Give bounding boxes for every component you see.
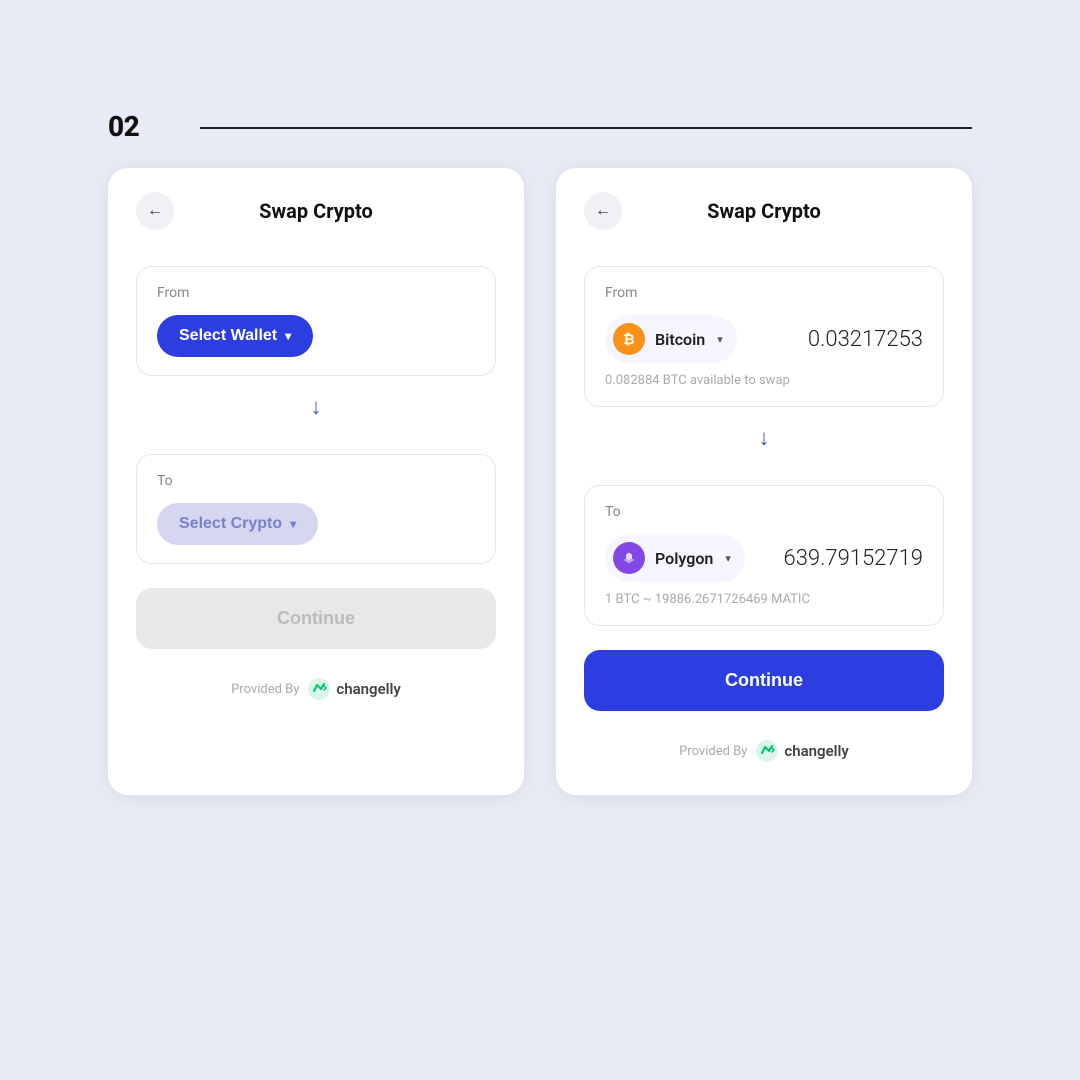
polygon-caret-icon: ▾ — [725, 552, 731, 565]
card-left-body: From Select Wallet ▾ ↓ To Select Crypto … — [108, 266, 524, 701]
select-wallet-button[interactable]: Select Wallet ▾ — [157, 315, 313, 357]
swap-arrow-left: ↓ — [136, 376, 496, 438]
to-section-left: To Select Crypto ▾ — [136, 454, 496, 564]
swap-arrow-right: ↓ — [584, 407, 944, 469]
card-right-body: From ₿ Bitcoin ▾ 0.03217253 0.082884 BTC… — [556, 266, 972, 763]
continue-button-right[interactable]: Continue — [584, 650, 944, 711]
card-left-title: Swap Crypto — [259, 199, 373, 223]
continue-button-left[interactable]: Continue — [136, 588, 496, 649]
page-number: 02 — [108, 110, 139, 143]
back-button-right[interactable]: ← — [584, 192, 622, 230]
changelly-text-left: changelly — [336, 680, 400, 698]
card-right-header: ← Swap Crypto — [556, 168, 972, 250]
from-label-left: From — [157, 285, 475, 301]
bitcoin-name: Bitcoin — [655, 330, 705, 349]
back-arrow-icon-right: ← — [595, 202, 611, 220]
changelly-text-right: changelly — [784, 742, 848, 760]
bitcoin-caret-icon: ▾ — [717, 333, 723, 346]
provided-by-label-right: Provided By — [679, 744, 747, 759]
to-label-right: To — [605, 504, 923, 520]
card-right: ← Swap Crypto From ₿ Bitcoin ▾ 0.0321725… — [556, 168, 972, 795]
down-arrow-icon-left: ↓ — [311, 394, 322, 420]
provided-by-label-left: Provided By — [231, 682, 299, 697]
available-text: 0.082884 BTC available to swap — [605, 373, 923, 388]
from-section-right: From ₿ Bitcoin ▾ 0.03217253 0.082884 BTC… — [584, 266, 944, 407]
from-label-right: From — [605, 285, 923, 301]
to-label-left: To — [157, 473, 475, 489]
select-wallet-arrow-icon: ▾ — [285, 329, 291, 343]
changelly-logo-right: changelly — [755, 739, 848, 763]
down-arrow-icon-right: ↓ — [759, 425, 770, 451]
from-section-left: From Select Wallet ▾ — [136, 266, 496, 376]
select-crypto-label: Select Crypto — [179, 515, 282, 533]
polygon-icon — [613, 542, 645, 574]
changelly-icon-right — [755, 739, 779, 763]
divider-line — [200, 127, 972, 129]
select-wallet-label: Select Wallet — [179, 327, 277, 345]
back-arrow-icon-left: ← — [147, 202, 163, 220]
from-crypto-row: ₿ Bitcoin ▾ 0.03217253 — [605, 315, 923, 363]
select-crypto-arrow-icon: ▾ — [290, 517, 296, 531]
from-amount: 0.03217253 — [808, 327, 923, 352]
changelly-logo-left: changelly — [307, 677, 400, 701]
bitcoin-selector[interactable]: ₿ Bitcoin ▾ — [605, 315, 737, 363]
polygon-name: Polygon — [655, 549, 713, 568]
card-left-header: ← Swap Crypto — [108, 168, 524, 250]
card-right-title: Swap Crypto — [707, 199, 821, 223]
card-left: ← Swap Crypto From Select Wallet ▾ ↓ To … — [108, 168, 524, 795]
select-crypto-button[interactable]: Select Crypto ▾ — [157, 503, 318, 545]
changelly-icon-left — [307, 677, 331, 701]
to-crypto-row: Polygon ▾ 639.79152719 — [605, 534, 923, 582]
cards-container: ← Swap Crypto From Select Wallet ▾ ↓ To … — [108, 168, 972, 795]
conversion-text: 1 BTC ~ 19886.2671726469 MATIC — [605, 592, 923, 607]
provided-by-right: Provided By changelly — [584, 739, 944, 763]
back-button-left[interactable]: ← — [136, 192, 174, 230]
to-amount: 639.79152719 — [784, 546, 924, 571]
to-section-right: To Polygon ▾ 639.79152719 1 — [584, 485, 944, 626]
provided-by-left: Provided By changelly — [136, 677, 496, 701]
bitcoin-icon: ₿ — [613, 323, 645, 355]
polygon-selector[interactable]: Polygon ▾ — [605, 534, 745, 582]
